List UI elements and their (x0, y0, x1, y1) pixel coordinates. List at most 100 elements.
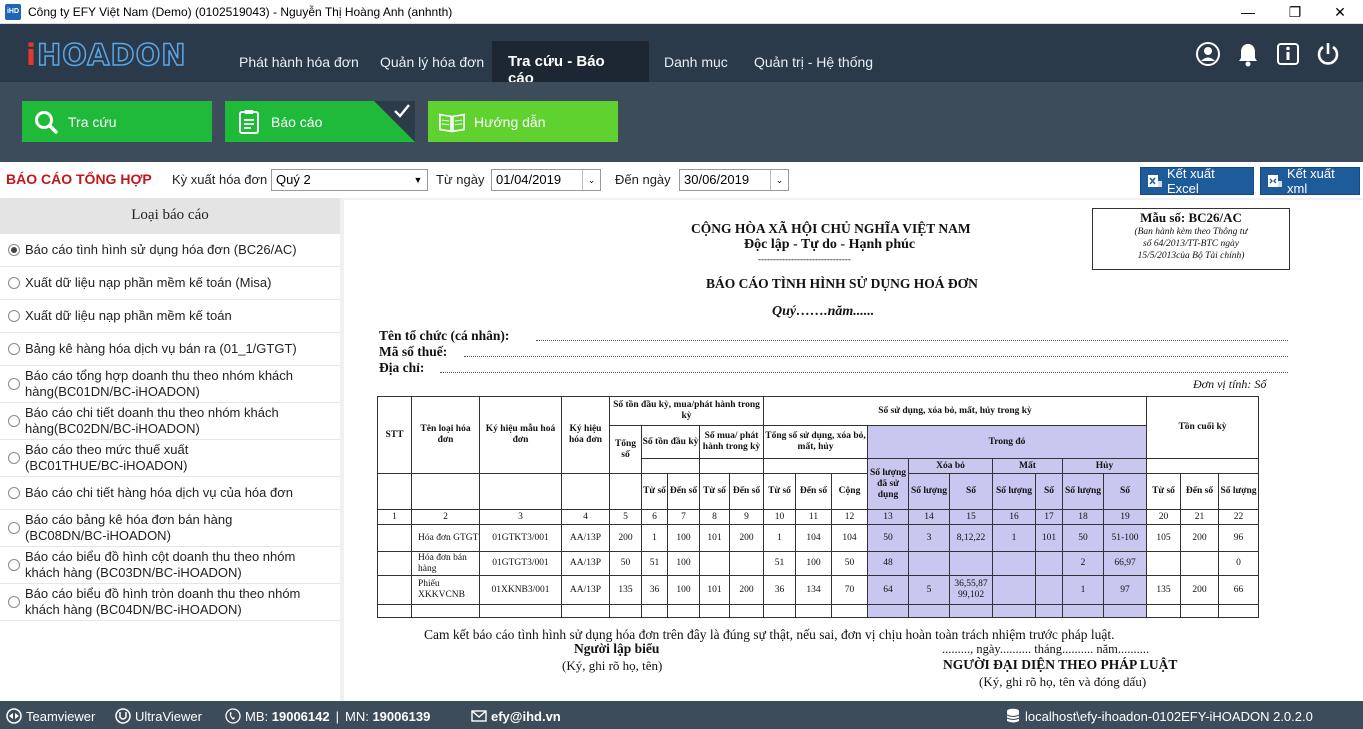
header-qty: Số lượng (992, 473, 1036, 510)
radio-button[interactable] (8, 559, 20, 571)
header-spacer (1146, 458, 1259, 474)
radio-button[interactable] (8, 378, 20, 390)
report-type-item[interactable]: Báo cáo biểu đồ hình cột doanh thu theo … (0, 547, 340, 584)
label-line1: Báo cáo bảng kê hóa đơn bán hàng (25, 512, 233, 527)
to-date-picker[interactable]: 30/06/2019 ⌄ (679, 169, 789, 191)
report-button[interactable]: Báo cáo (225, 101, 415, 142)
report-type-item[interactable]: Báo cáo chi tiết doanh thu theo nhóm khá… (0, 403, 340, 440)
radio-button[interactable] (8, 244, 20, 256)
phone-icon (225, 708, 241, 724)
table-cell: 66 (1218, 575, 1259, 605)
calendar-dropdown-icon[interactable]: ⌄ (770, 170, 788, 190)
ultraviewer-label: UltraViewer (135, 708, 202, 724)
table-cell: 97 (1103, 575, 1147, 605)
table-cell (1035, 604, 1063, 618)
calendar-dropdown-icon[interactable]: ⌄ (582, 170, 600, 190)
table-cell: AA/13P (561, 575, 610, 605)
table-cell (377, 604, 412, 618)
table-cell: Phiếu XKKVCNB (411, 575, 480, 605)
table-cell (1035, 575, 1063, 605)
form-note: 15/5/2013của Bộ Tài chính) (1137, 251, 1245, 261)
report-type-item[interactable]: Báo cáo bảng kê hóa đơn bán hàng (BC08DN/… (0, 510, 340, 547)
table-cell (641, 604, 668, 618)
table-cell: 100 (795, 551, 832, 576)
user-icon[interactable] (1194, 40, 1222, 68)
org-dotted-line (536, 340, 1288, 341)
table-cell: 104 (831, 524, 868, 552)
tax-label: Mã số thuế: (379, 344, 448, 359)
table-cell: 8,12,22 (949, 524, 993, 552)
report-type-label: Bảng kê hàng hóa dịch vụ bán ra (01_1/GT… (25, 341, 297, 356)
label-line1: Báo cáo biểu đồ hình tròn doanh thu theo… (25, 586, 301, 601)
column-number: 7 (667, 509, 700, 525)
header-spacer (561, 473, 610, 510)
report-type-item[interactable]: Bảng kê hàng hóa dịch vụ bán ra (01_1/GT… (0, 333, 340, 366)
header-invoice-type: Tên loại hóa đơn (411, 396, 480, 474)
report-type-item[interactable]: Báo cáo tình hình sử dụng hóa đơn (BC26/… (0, 234, 340, 267)
teamviewer-icon (6, 708, 22, 724)
report-type-item[interactable]: Báo cáo chi tiết hàng hóa dịch vụ của hó… (0, 477, 340, 510)
minimize-button[interactable]: — (1225, 0, 1271, 24)
period-select[interactable]: Quý 2 ▼ (271, 169, 428, 191)
email-link[interactable]: efy@ihd.vn (471, 708, 561, 724)
from-date-picker[interactable]: 01/04/2019 ⌄ (491, 169, 601, 191)
radio-button[interactable] (8, 487, 20, 499)
export-excel-button[interactable]: Kết xuất Excel (1140, 166, 1254, 196)
radio-button[interactable] (8, 343, 20, 355)
report-type-label: Báo cáo tổng hợp doanh thu theo nhóm khá… (25, 368, 293, 400)
guide-button[interactable]: Hướng dẫn (428, 101, 618, 142)
lookup-button[interactable]: Tra cứu (22, 101, 212, 142)
report-type-item[interactable]: Xuất dữ liệu nạp phần mềm kế toán (Misa) (0, 267, 340, 300)
table-cell: 36 (763, 575, 796, 605)
column-number: 8 (699, 509, 730, 525)
report-type-item[interactable]: Xuất dữ liệu nạp phần mềm kế toán (0, 300, 340, 333)
radio-button[interactable] (8, 277, 20, 289)
representative-title: NGƯỜI ĐẠI DIỆN THEO PHÁP LUẬT (943, 657, 1178, 672)
header-opening: Số tồn đầu kỳ (641, 425, 700, 459)
report-type-item[interactable]: Báo cáo theo mức thuế xuất (BC01THUE/BC-i… (0, 440, 340, 477)
table-cell (1218, 604, 1259, 618)
nav-catalog[interactable]: Danh mục (664, 41, 728, 82)
bell-icon[interactable] (1234, 40, 1262, 68)
brand-logo[interactable]: iHOADON (26, 38, 187, 72)
radio-button[interactable] (8, 415, 20, 427)
table-cell (699, 551, 730, 576)
maximize-button[interactable]: ❐ (1272, 0, 1318, 24)
table-cell: 1 (763, 524, 796, 552)
chevron-down-icon[interactable]: ▼ (409, 170, 427, 190)
report-type-label: Báo cáo bảng kê hóa đơn bán hàng (BC08DN/… (25, 512, 232, 544)
radio-button[interactable] (8, 452, 20, 464)
table-cell (831, 604, 868, 618)
label-line1: Báo cáo theo mức thuế xuất (25, 442, 189, 457)
separator: | (335, 708, 339, 724)
power-icon[interactable] (1314, 40, 1342, 68)
nav-lookup-report[interactable]: Tra cứu - Báo cáo (492, 41, 649, 87)
app-icon: iHD (5, 3, 21, 20)
table-cell: 101 (1035, 524, 1063, 552)
radio-button[interactable] (8, 596, 20, 608)
table-cell (949, 604, 993, 618)
table-row (377, 604, 1259, 618)
representative-note: (Ký, ghi rõ họ, tên và đóng dấu) (979, 674, 1147, 689)
nav-manage-invoice[interactable]: Quản lý hóa đơn (380, 41, 484, 82)
nav-admin-system[interactable]: Quản trị - Hệ thống (754, 41, 873, 82)
header-deleted: Xóa bỏ (908, 458, 993, 474)
report-type-item[interactable]: Báo cáo tổng hợp doanh thu theo nhóm khá… (0, 366, 340, 403)
book-icon (438, 108, 466, 136)
ultraviewer-link[interactable]: UltraViewer (115, 708, 202, 724)
report-heading: BÁO CÁO TỔNG HỢP (6, 171, 152, 187)
nav-issue-invoice[interactable]: Phát hành hóa đơn (239, 41, 359, 82)
info-icon[interactable] (1274, 40, 1302, 68)
table-cell (377, 575, 412, 605)
table-cell: 2 (1062, 551, 1104, 576)
report-type-item[interactable]: Báo cáo biểu đồ hình tròn doanh thu theo… (0, 584, 340, 621)
table-cell (949, 551, 993, 576)
close-button[interactable]: ✕ (1317, 0, 1363, 24)
export-xml-button[interactable]: Kết xuất xml (1260, 166, 1360, 196)
radio-button[interactable] (8, 310, 20, 322)
teamviewer-link[interactable]: Teamviewer (6, 708, 95, 724)
radio-button[interactable] (8, 522, 20, 534)
table-cell: 48 (867, 551, 909, 576)
table-cell: 135 (1146, 575, 1181, 605)
header-num: Số (1035, 473, 1063, 510)
